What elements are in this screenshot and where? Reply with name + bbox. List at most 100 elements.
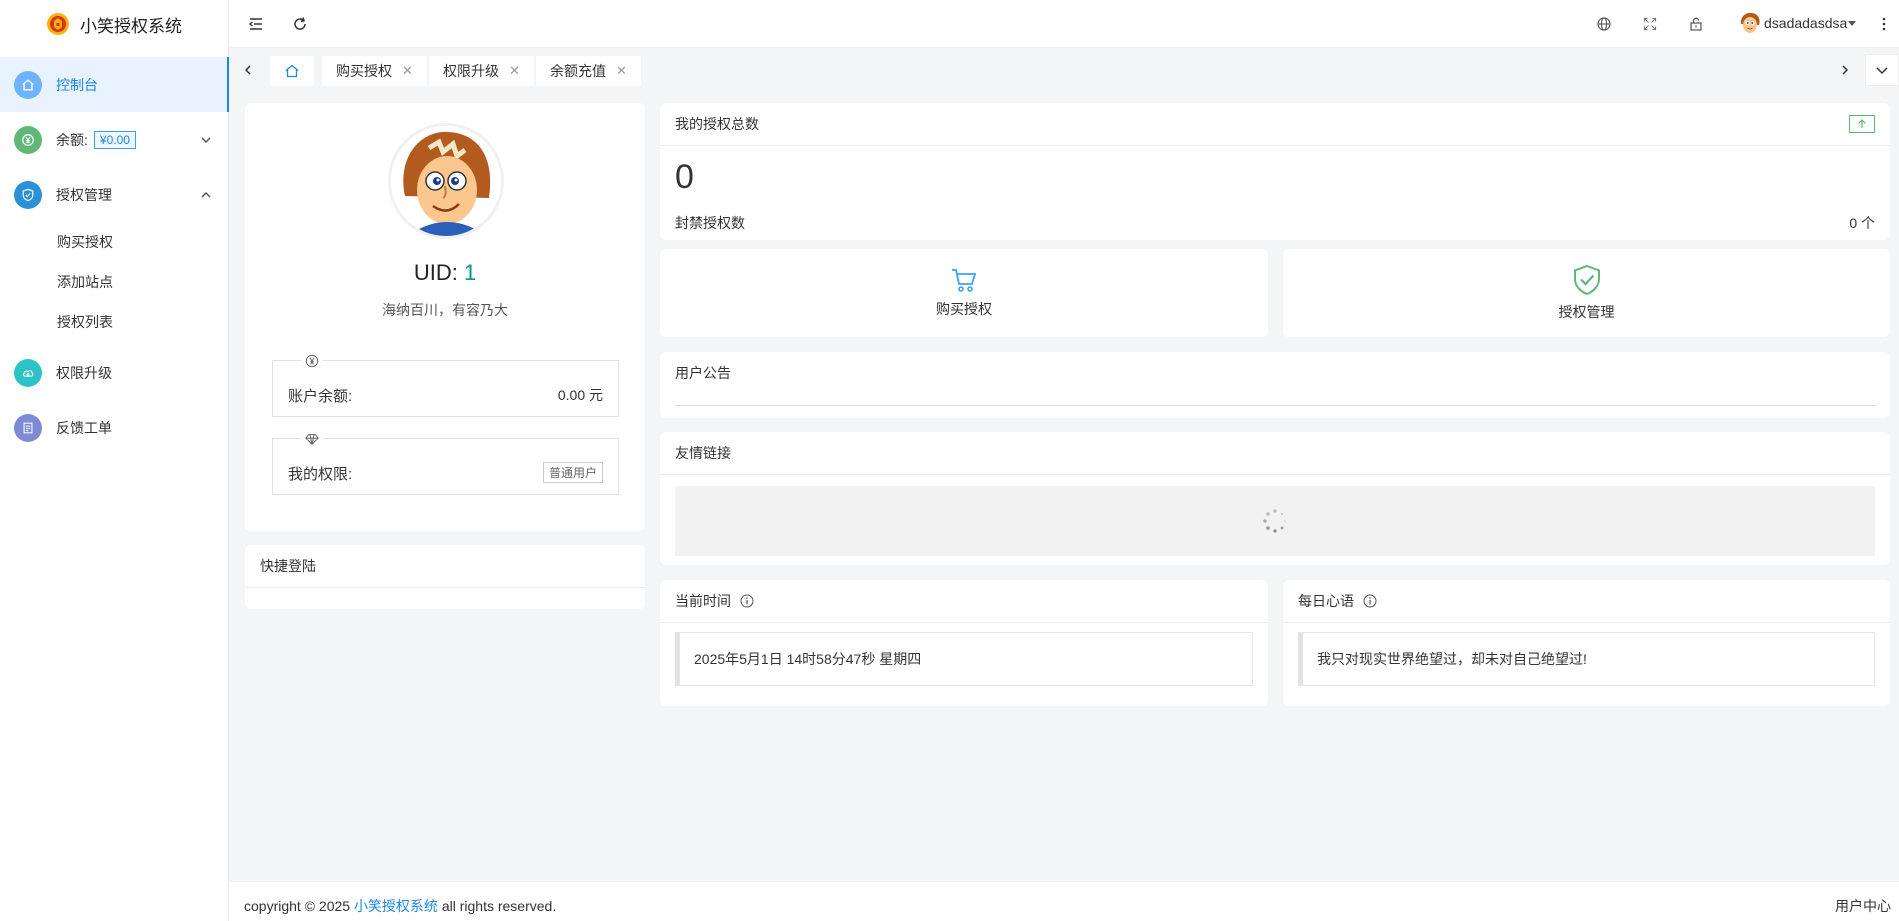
current-time-card: 当前时间 2025年5月1日 14时58分47秒 星期四 [660, 580, 1268, 706]
permission-badge: 普通用户 [542, 462, 603, 483]
auth-stats-card: 我的授权总数 0 封禁授权数 0 个 [660, 103, 1890, 240]
sidebar-item-upgrade[interactable]: 权限升级 [0, 345, 228, 400]
tab-label: 购买授权 [336, 63, 392, 79]
card-title: 我的授权总数 [660, 103, 1890, 146]
uid-label: UID: [413, 260, 458, 285]
copyright-suffix: all rights reserved. [441, 898, 557, 914]
tab-recharge[interactable]: 余额充值 ✕ [536, 56, 641, 86]
menu-toggle-button[interactable] [246, 14, 266, 34]
yen-icon [301, 352, 323, 370]
card-title: 当前时间 [660, 580, 1268, 623]
user-motto: 海纳百川，有容乃大 [382, 302, 508, 318]
tab-upgrade[interactable]: 权限升级 ✕ [429, 56, 534, 86]
sidebar-item-dashboard[interactable]: 控制台 [0, 57, 229, 112]
fullscreen-button[interactable] [1640, 14, 1660, 34]
refresh-button[interactable] [290, 14, 310, 34]
tabs-scroll-left[interactable] [234, 56, 262, 84]
logo-icon [47, 13, 69, 35]
home-icon [285, 64, 299, 78]
tabs-bar: 购买授权 ✕ 权限升级 ✕ 余额充值 ✕ [229, 48, 1899, 96]
sidebar-subitem-auth-list[interactable]: 授权列表 [0, 302, 228, 342]
globe-icon [1597, 17, 1611, 31]
card-title: 快捷登陆 [245, 545, 645, 588]
stats-title: 我的授权总数 [675, 116, 759, 132]
quick-login-card: 快捷登陆 [245, 545, 645, 609]
sidebar-item-balance[interactable]: 余额: ¥0.00 [0, 112, 228, 167]
notice-card: 用户公告 [660, 352, 1890, 418]
cloud-upload-icon [14, 358, 42, 387]
sidebar-subitem-add-site[interactable]: 添加站点 [0, 262, 228, 302]
sidebar-subitem-buy[interactable]: 购买授权 [0, 222, 228, 262]
lock-icon [1690, 17, 1702, 31]
caret-down-icon [1848, 21, 1857, 26]
profile-avatar [388, 123, 504, 239]
sidebar-item-feedback[interactable]: 反馈工单 [0, 400, 228, 455]
copyright: copyright © 2025 小笑授权系统 all rights reser… [244, 896, 556, 916]
sidebar: 小笑授权系统 控制台 余额: ¥0.00 授权管理 购买授权 添加站点 授权列表… [0, 0, 229, 921]
auth-total: 0 [675, 158, 694, 196]
app-logo[interactable]: 小笑授权系统 [0, 0, 228, 48]
permission-label: 我的权限: [288, 466, 353, 483]
sidebar-item-label: 反馈工单 [56, 419, 112, 436]
uid-value: 1 [463, 260, 477, 285]
card-title: 用户公告 [675, 365, 731, 381]
shortcut-label: 购买授权 [936, 301, 992, 317]
avatar [1738, 11, 1762, 35]
tab-buy-auth[interactable]: 购买授权 ✕ [322, 56, 427, 86]
card-title: 每日心语 [1283, 580, 1890, 623]
yen-coin-icon [14, 125, 42, 154]
auth-submenu: 购买授权 添加站点 授权列表 [0, 222, 228, 342]
info-icon[interactable] [1363, 594, 1377, 608]
sidebar-item-label: 权限升级 [56, 364, 112, 381]
time-title: 当前时间 [675, 593, 731, 609]
more-button[interactable] [1874, 14, 1894, 34]
more-vertical-icon [1882, 17, 1886, 31]
close-icon[interactable]: ✕ [509, 63, 520, 79]
auth-manage-shortcut[interactable]: 授权管理 [1283, 249, 1890, 337]
close-icon[interactable]: ✕ [616, 63, 627, 79]
current-time-value: 2025年5月1日 14时58分47秒 星期四 [675, 632, 1253, 686]
tabs-scroll-right[interactable] [1831, 56, 1859, 84]
home-icon [14, 70, 42, 99]
shield-check-icon [1573, 264, 1600, 296]
balance-badge: ¥0.00 [93, 130, 136, 149]
permission-field: 我的权限: 普通用户 [272, 430, 619, 495]
footer-user-center[interactable]: 用户中心 [1835, 896, 1891, 916]
buy-auth-shortcut[interactable]: 购买授权 [660, 249, 1268, 337]
loading-spinner-icon [1263, 509, 1287, 533]
card-title: 友情链接 [660, 432, 1890, 475]
cart-icon [952, 269, 977, 292]
shortcut-label: 授权管理 [1558, 304, 1615, 320]
sidebar-item-label: 控制台 [56, 76, 98, 93]
quote-title: 每日心语 [1298, 593, 1354, 609]
notice-divider [675, 405, 1875, 406]
shield-icon [14, 180, 42, 209]
username: dsadadasdsa [1764, 15, 1848, 31]
lock-screen-button[interactable] [1686, 14, 1706, 34]
menu-fold-icon [248, 18, 262, 30]
chevron-down-icon [201, 136, 211, 143]
chevron-right-icon [1842, 65, 1849, 75]
balance-label: 账户余额: [288, 388, 353, 405]
top-header: dsadadasdsa [229, 0, 1899, 48]
daily-quote-card: 每日心语 我只对现实世界绝望过，却未对自己绝望过! [1283, 580, 1890, 706]
tabs-menu-button[interactable] [1865, 54, 1899, 86]
balance-field: 账户余额: 0.00 元 [272, 352, 619, 417]
chevron-up-icon [201, 191, 211, 198]
info-icon[interactable] [740, 594, 754, 608]
tab-home[interactable] [270, 56, 314, 86]
footer: copyright © 2025 小笑授权系统 all rights reser… [229, 881, 1899, 921]
user-menu[interactable]: dsadadasdsa [1738, 11, 1857, 35]
profile-card: UID: 1 海纳百川，有容乃大 账户余额: 0.00 元 我的权限: 普通用户 [245, 103, 645, 531]
tab-label: 权限升级 [443, 63, 499, 79]
balance-value: 0.00 元 [557, 387, 603, 403]
refresh-icon [294, 17, 306, 30]
close-icon[interactable]: ✕ [402, 63, 413, 79]
tab-label: 余额充值 [550, 63, 606, 79]
sidebar-item-auth-manage[interactable]: 授权管理 [0, 167, 228, 222]
diamond-icon [301, 430, 323, 448]
arrow-up-icon [1849, 115, 1875, 133]
footer-brand-link[interactable]: 小笑授权系统 [354, 898, 438, 914]
copyright-prefix: copyright © 2025 [244, 898, 351, 914]
language-button[interactable] [1594, 14, 1614, 34]
